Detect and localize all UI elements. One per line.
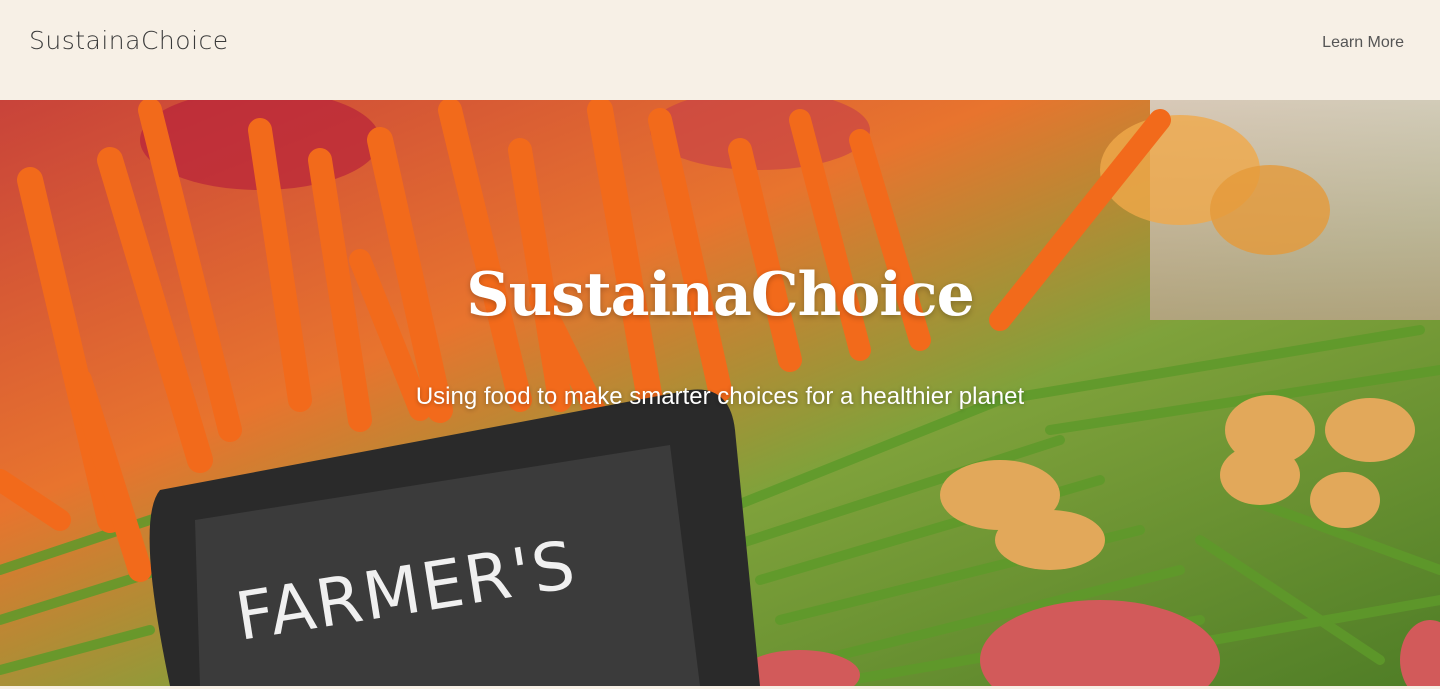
hero-section: FARMER'S SustainaChoice Using food to ma… [0, 100, 1440, 686]
hero-title: SustainaChoice [466, 260, 975, 330]
hero-subtitle: Using food to make smarter choices for a… [415, 383, 1025, 410]
header: SustainaChoice Learn More [0, 0, 1440, 100]
learn-more-link[interactable]: Learn More [1322, 34, 1404, 52]
brand-logo[interactable]: SustainaChoice [29, 26, 229, 55]
